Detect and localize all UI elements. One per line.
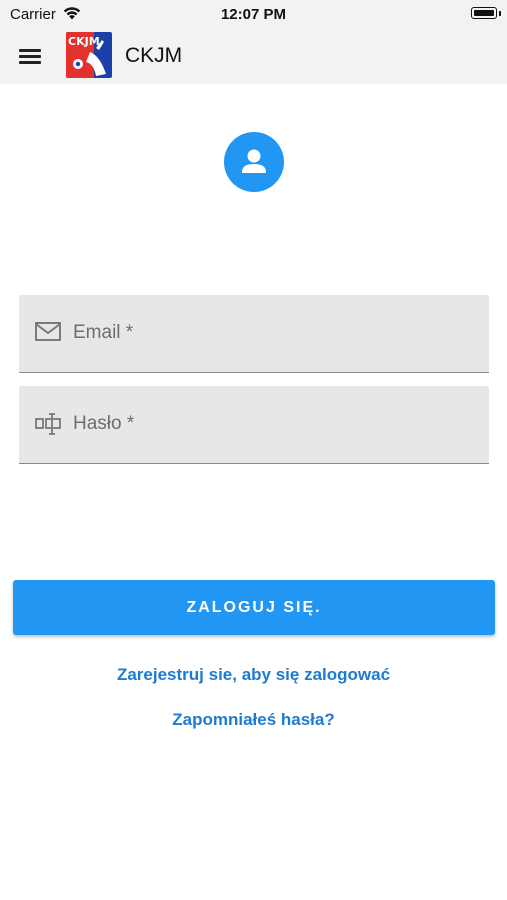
status-bar: Carrier 12:07 PM bbox=[0, 0, 507, 28]
login-button[interactable]: ZALOGUJ SIĘ. bbox=[13, 580, 495, 635]
battery-cap bbox=[499, 11, 501, 16]
user-icon bbox=[242, 149, 266, 173]
app-title: CKJM bbox=[125, 44, 183, 67]
email-field[interactable] bbox=[19, 295, 489, 373]
app-bar: CKJM CKJM bbox=[0, 28, 507, 84]
envelope-icon bbox=[35, 322, 61, 341]
email-input[interactable] bbox=[73, 295, 473, 371]
user-avatar bbox=[224, 132, 284, 192]
menu-icon[interactable] bbox=[14, 42, 46, 70]
logo: CKJM bbox=[66, 32, 112, 78]
password-field-icon bbox=[35, 413, 61, 435]
register-link[interactable]: Zarejestruj sie, aby się zalogować bbox=[0, 665, 507, 685]
status-time: 12:07 PM bbox=[220, 6, 287, 23]
battery-icon bbox=[471, 7, 497, 19]
logo-text: CKJM bbox=[68, 35, 100, 48]
password-field[interactable] bbox=[19, 386, 489, 464]
password-input[interactable] bbox=[73, 386, 473, 462]
forgot-password-link[interactable]: Zapomniałeś hasła? bbox=[0, 710, 507, 730]
